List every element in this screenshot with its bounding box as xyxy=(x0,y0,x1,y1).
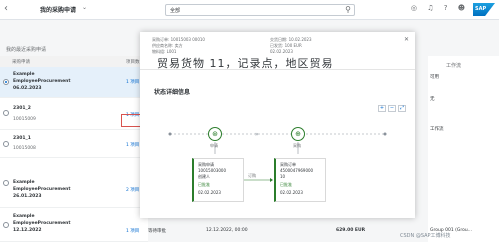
item-line3: 10015009 xyxy=(13,117,36,122)
header-name: 采购申请 xyxy=(12,60,30,65)
list-item[interactable]: Example EmployeeProcurement 12.12.2022 1… xyxy=(0,208,148,242)
list-item[interactable]: 2301_1 10015008 1 项目 xyxy=(0,130,148,158)
status-dialog: 采购订单: 10015003 00010 供应商名称: 卖方 物料组: L001… xyxy=(140,32,415,218)
row-amount: 629.00 EUR xyxy=(336,228,366,233)
flow-card-order[interactable]: 采购订单 4500047969000 10 已批准 02.02.2023 xyxy=(274,158,326,202)
radio-button[interactable] xyxy=(3,180,9,186)
fit-icon[interactable]: ⤢ xyxy=(398,105,406,112)
right-line: 工作流 xyxy=(430,127,444,132)
header-status: 项目数 xyxy=(126,60,140,65)
arrow-label: 订购 xyxy=(248,173,256,178)
process-flow: » ⊛ 申请 ⊕ 采购 采购申请 10015003000 创建人 已批准 02.… xyxy=(140,114,415,218)
card-date: 02.02.2023 xyxy=(198,190,221,195)
item-line3: 06.02.2023 xyxy=(13,86,42,91)
item-line1: Example xyxy=(13,72,35,77)
item-line2: EmployeeProcurement xyxy=(13,221,71,226)
right-title: 工作流 xyxy=(446,63,462,69)
section-title: 我的最近采购申请 xyxy=(6,47,47,53)
item-line3: 10015008 xyxy=(13,146,36,151)
item-line1: 2301_2 xyxy=(13,106,31,111)
radio-button[interactable] xyxy=(3,141,9,147)
back-icon[interactable]: ‹ xyxy=(4,3,8,14)
item-link[interactable]: 2 项目 xyxy=(126,187,139,193)
dialog-title: 贸易货物 11，记录点，地区贸易 xyxy=(157,57,334,70)
procurement-icon[interactable]: ⊕ xyxy=(291,127,305,141)
card-line: 创建人 xyxy=(198,174,210,179)
row-date: 12.12.2022, 00:00 xyxy=(206,228,248,233)
search-input[interactable]: 全部 ⚲ xyxy=(165,4,355,16)
search-icon[interactable]: ⚲ xyxy=(345,5,351,14)
sap-logo: SAP xyxy=(473,3,495,16)
table-row[interactable]: 等待审批 12.12.2022, 00:00 629.00 EUR xyxy=(148,226,428,236)
card-id: 10015003000 xyxy=(198,168,226,173)
card-id: 4500047969000 xyxy=(280,168,314,173)
item-link[interactable]: 1 项目 xyxy=(126,228,139,234)
close-icon[interactable]: ✕ xyxy=(404,36,409,43)
flow-card-request[interactable]: 采购申请 10015003000 创建人 已批准 02.02.2023 xyxy=(192,158,244,202)
list-item[interactable]: Example EmployeeProcurement 26.01.2023 2… xyxy=(0,158,148,208)
chevron-down-icon[interactable]: ⌄ xyxy=(82,4,87,11)
item-line3: 12.12.2022 xyxy=(13,228,42,233)
item-link[interactable]: 1 项目 xyxy=(126,142,139,148)
toolbar-icons[interactable]: ◎ ♫ ? ☻ xyxy=(411,4,469,12)
item-line1: 2301_1 xyxy=(13,136,31,141)
request-list: 采购申请 项目数 Example EmployeeProcurement 06.… xyxy=(0,56,148,242)
node-label: 申请 xyxy=(210,143,218,148)
list-header: 采购申请 项目数 xyxy=(0,56,148,67)
app-title[interactable]: 我的采购申请 xyxy=(40,5,76,14)
item-line2: EmployeeProcurement xyxy=(13,187,71,192)
radio-button[interactable] xyxy=(3,79,9,85)
meta-right-3: 02.02.2023 xyxy=(270,49,293,54)
row-status: 等待审批 xyxy=(148,229,166,234)
card-date: 02.02.2023 xyxy=(280,190,303,195)
svg-text:»: » xyxy=(255,131,259,138)
zoom-out-icon[interactable]: − xyxy=(388,105,396,112)
watermark: CSDN @SAP工博科技 xyxy=(400,233,451,239)
status-heading: 状态详细信息 xyxy=(154,89,191,96)
right-panel: 可用 无 工作流 Group 001 (Grou... xyxy=(428,56,499,242)
list-item[interactable]: Example EmployeeProcurement 06.02.2023 1… xyxy=(0,67,148,98)
shell-bar: ‹ 我的采购申请 ⌄ 全部 ⚲ ◎ ♫ ? ☻ SAP xyxy=(0,0,499,20)
right-line: 可用 xyxy=(430,75,439,80)
zoom-in-icon[interactable]: + xyxy=(378,105,386,112)
search-scope-select[interactable]: 全部 xyxy=(170,7,180,14)
item-line3: 26.01.2023 xyxy=(13,194,42,199)
cart-icon[interactable]: ⊛ xyxy=(208,127,222,141)
card-line: 10 xyxy=(280,174,286,179)
radio-button[interactable] xyxy=(3,222,9,228)
card-status: 已批准 xyxy=(198,182,210,187)
node-label: 采购 xyxy=(293,143,301,148)
item-line1: Example xyxy=(13,180,35,185)
item-line1: Example xyxy=(13,214,35,219)
card-status: 已批准 xyxy=(280,182,292,187)
item-line2: EmployeeProcurement xyxy=(13,79,71,84)
item-link[interactable]: 1 项目 xyxy=(126,79,139,85)
right-line: 无 xyxy=(430,97,435,102)
radio-button[interactable] xyxy=(3,110,9,116)
